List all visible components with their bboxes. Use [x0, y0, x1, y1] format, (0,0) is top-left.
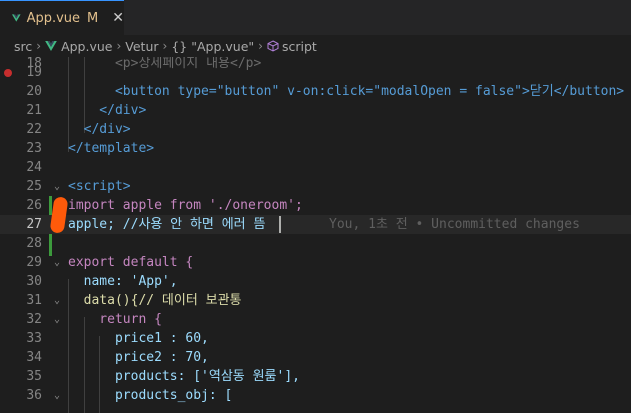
line-number: 30: [26, 274, 42, 289]
line-number: 25: [26, 179, 42, 194]
line-number: 35: [26, 369, 42, 384]
code-line: 19: [0, 63, 631, 82]
modified-indicator: M: [87, 10, 99, 26]
tab-bar: App.vue M ✕: [0, 0, 631, 35]
code-text: <script>: [68, 179, 131, 194]
chevron-right-icon: ›: [162, 39, 168, 53]
braces-icon: {}: [171, 38, 188, 54]
breadcrumb-item-module[interactable]: "App.vue": [191, 39, 254, 54]
line-number: 27: [26, 217, 42, 232]
chevron-right-icon: ›: [116, 39, 122, 53]
code-text: products: ['역삼동 원룸'],: [68, 369, 300, 384]
code-line: 31 ⌄ data(){// 데이터 보관통: [0, 291, 631, 310]
code-line: 36 ⌄ products_obj: [: [0, 386, 631, 405]
code-text: name: 'App',: [68, 274, 178, 289]
chevron-right-icon: ›: [36, 39, 42, 53]
line-number: 33: [26, 331, 42, 346]
line-number: 22: [26, 122, 42, 137]
code-line: 32 ⌄ return {: [0, 310, 631, 329]
fold-chevron-icon[interactable]: ⌄: [54, 253, 60, 272]
git-blame-annotation: You, 1초 전 • Uncommitted changes: [329, 217, 580, 232]
vue-logo-icon: [45, 41, 57, 51]
breadcrumb: src › App.vue › Vetur › {} "App.vue" › s…: [0, 35, 631, 57]
line-number: 32: [26, 312, 42, 327]
fold-chevron-icon[interactable]: ⌄: [54, 177, 60, 196]
code-line: 24: [0, 158, 631, 177]
line-number: 31: [26, 293, 42, 308]
line-number: 29: [26, 255, 42, 270]
code-line: 22 </div>: [0, 120, 631, 139]
code-line: 25 ⌄ <script>: [0, 177, 631, 196]
code-text: </div>: [68, 122, 131, 137]
code-text: </template>: [68, 141, 155, 156]
line-number: 21: [26, 103, 42, 118]
code-text: import apple from './oneroom';: [68, 198, 303, 213]
code-text: <button type="button" v-on:click="modalO…: [68, 84, 625, 99]
line-number: 34: [26, 350, 42, 365]
code-line: 29 ⌄ export default {: [0, 253, 631, 272]
line-number: 19: [26, 65, 42, 80]
code-line: 26 import apple from './oneroom';: [0, 196, 631, 215]
line-number: 23: [26, 141, 42, 156]
tab-label: App.vue: [26, 10, 81, 26]
text-cursor: [279, 216, 281, 233]
line-number: 28: [26, 236, 42, 251]
script-cube-icon: [267, 40, 279, 52]
code-editor[interactable]: 18 <p>상세페이지 내용</p> 19 20 <button type="b…: [0, 57, 631, 413]
line-number: 26: [26, 198, 42, 213]
code-text: return {: [68, 312, 162, 327]
breadcrumb-item-file[interactable]: App.vue: [61, 39, 112, 54]
code-text: data(){// 데이터 보관통: [68, 293, 242, 308]
code-line: 21 </div>: [0, 101, 631, 120]
code-line: 34 price2 : 70,: [0, 348, 631, 367]
code-text: apple; //사용 안 하면 에러 뜸: [68, 217, 266, 232]
code-text: price1 : 60,: [68, 331, 209, 346]
close-icon[interactable]: ✕: [112, 10, 124, 26]
line-number: 36: [26, 388, 42, 403]
code-line: 30 name: 'App',: [0, 272, 631, 291]
vue-logo-icon: [12, 14, 21, 22]
tab-app-vue[interactable]: App.vue M ✕: [0, 0, 124, 35]
fold-chevron-icon[interactable]: ⌄: [54, 386, 60, 405]
chevron-right-icon: ›: [258, 39, 263, 53]
code-line: 35 products: ['역삼동 원룸'],: [0, 367, 631, 386]
breadcrumb-item-vetur[interactable]: Vetur: [125, 39, 158, 54]
code-line: 23 </template>: [0, 139, 631, 158]
code-line: 33 price1 : 60,: [0, 329, 631, 348]
code-line: 20 <button type="button" v-on:click="mod…: [0, 82, 631, 101]
code-line: 28: [0, 234, 631, 253]
code-text: </div>: [68, 103, 147, 118]
code-text: price2 : 70,: [68, 350, 209, 365]
line-number: 20: [26, 84, 42, 99]
breadcrumb-item-script[interactable]: script: [282, 39, 317, 54]
code-line-current: 27 apple; //사용 안 하면 에러 뜸 You, 1초 전 • Unc…: [0, 215, 631, 234]
breadcrumb-item-src[interactable]: src: [14, 39, 32, 54]
fold-chevron-icon[interactable]: ⌄: [54, 291, 60, 310]
line-number: 24: [26, 160, 42, 175]
code-text: export default {: [68, 255, 194, 270]
code-text: products_obj: [: [68, 388, 233, 403]
fold-chevron-icon[interactable]: ⌄: [54, 310, 60, 329]
